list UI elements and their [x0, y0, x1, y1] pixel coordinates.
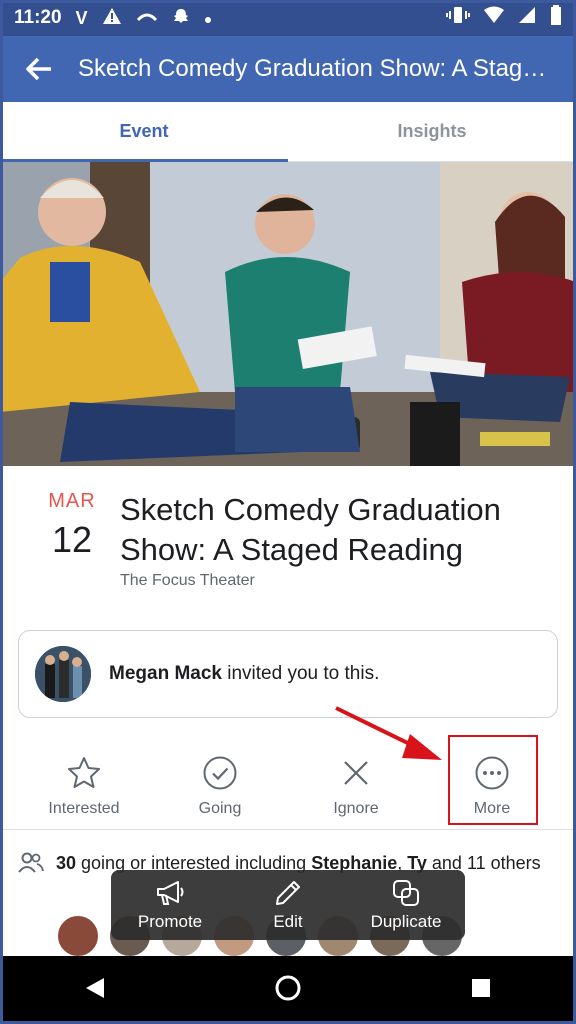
snapchat-icon: [172, 7, 190, 30]
avatar: [35, 646, 91, 702]
interested-button[interactable]: Interested: [16, 742, 152, 829]
interested-label: Interested: [48, 799, 120, 817]
status-bar: 11:20 V: [0, 0, 576, 36]
dot-icon: [204, 8, 212, 29]
ignore-label: Ignore: [333, 799, 379, 817]
system-nav-bar: [0, 956, 576, 1024]
edit-label: Edit: [273, 912, 303, 931]
red-arrow-icon: [335, 706, 442, 760]
highlight-box: [448, 735, 538, 825]
promote-label: Promote: [137, 912, 203, 931]
invite-card[interactable]: Megan Mack invited you to this.: [18, 630, 558, 718]
event-month: MAR: [48, 490, 96, 512]
star-icon: [66, 754, 102, 792]
wifi-icon: [484, 6, 504, 30]
event-date: MAR 12: [40, 490, 104, 561]
duplicate-icon: [391, 878, 421, 908]
back-arrow-icon: [26, 57, 51, 81]
page-title: Sketch Comedy Graduation Show: A Staged …: [78, 55, 548, 82]
tab-bar: Event Insights: [0, 102, 576, 162]
event-cover-photo[interactable]: [0, 162, 576, 466]
back-button[interactable]: [0, 36, 78, 102]
nav-recents-button[interactable]: [470, 977, 492, 1004]
circle-home-icon: [275, 975, 301, 1000]
check-circle-icon: [202, 754, 238, 792]
megaphone-icon: [154, 878, 186, 908]
event-day: 12: [51, 519, 93, 560]
inviter-name[interactable]: Megan Mack: [109, 663, 222, 684]
promote-button[interactable]: Promote: [111, 870, 229, 940]
people-icon: [18, 852, 44, 883]
vibrate-icon: [446, 5, 470, 31]
going-button[interactable]: Going: [152, 742, 288, 829]
event-title: Sketch Comedy Graduation Show: A Staged …: [120, 492, 501, 567]
v-icon: V: [75, 7, 88, 28]
wave-icon: [136, 8, 158, 29]
square-recents-icon: [472, 978, 490, 997]
edit-button[interactable]: Edit: [229, 870, 347, 940]
pencil-icon: [274, 878, 302, 908]
status-time: 11:20: [14, 7, 62, 28]
tab-insights[interactable]: Insights: [288, 102, 576, 161]
invite-text: Megan Mack invited you to this.: [109, 663, 379, 685]
duplicate-button[interactable]: Duplicate: [347, 870, 465, 940]
going-label: Going: [198, 799, 242, 817]
cover-illustration: [0, 162, 576, 466]
signal-icon: [518, 6, 536, 30]
duplicate-label: Duplicate: [370, 912, 442, 931]
app-bar: Sketch Comedy Graduation Show: A Staged …: [0, 36, 576, 102]
battery-icon: [550, 5, 562, 31]
nav-back-button[interactable]: [84, 976, 106, 1005]
tab-event[interactable]: Event: [0, 102, 288, 162]
avatar: [56, 914, 100, 958]
invite-message: invited you to this.: [221, 663, 380, 684]
event-venue[interactable]: The Focus Theater: [120, 572, 255, 590]
guest-count: 30: [56, 853, 77, 873]
nav-home-button[interactable]: [274, 974, 302, 1007]
warning-icon: [102, 7, 122, 30]
triangle-back-icon: [86, 977, 104, 998]
floating-action-menu: Promote Edit Duplicate: [111, 870, 465, 940]
